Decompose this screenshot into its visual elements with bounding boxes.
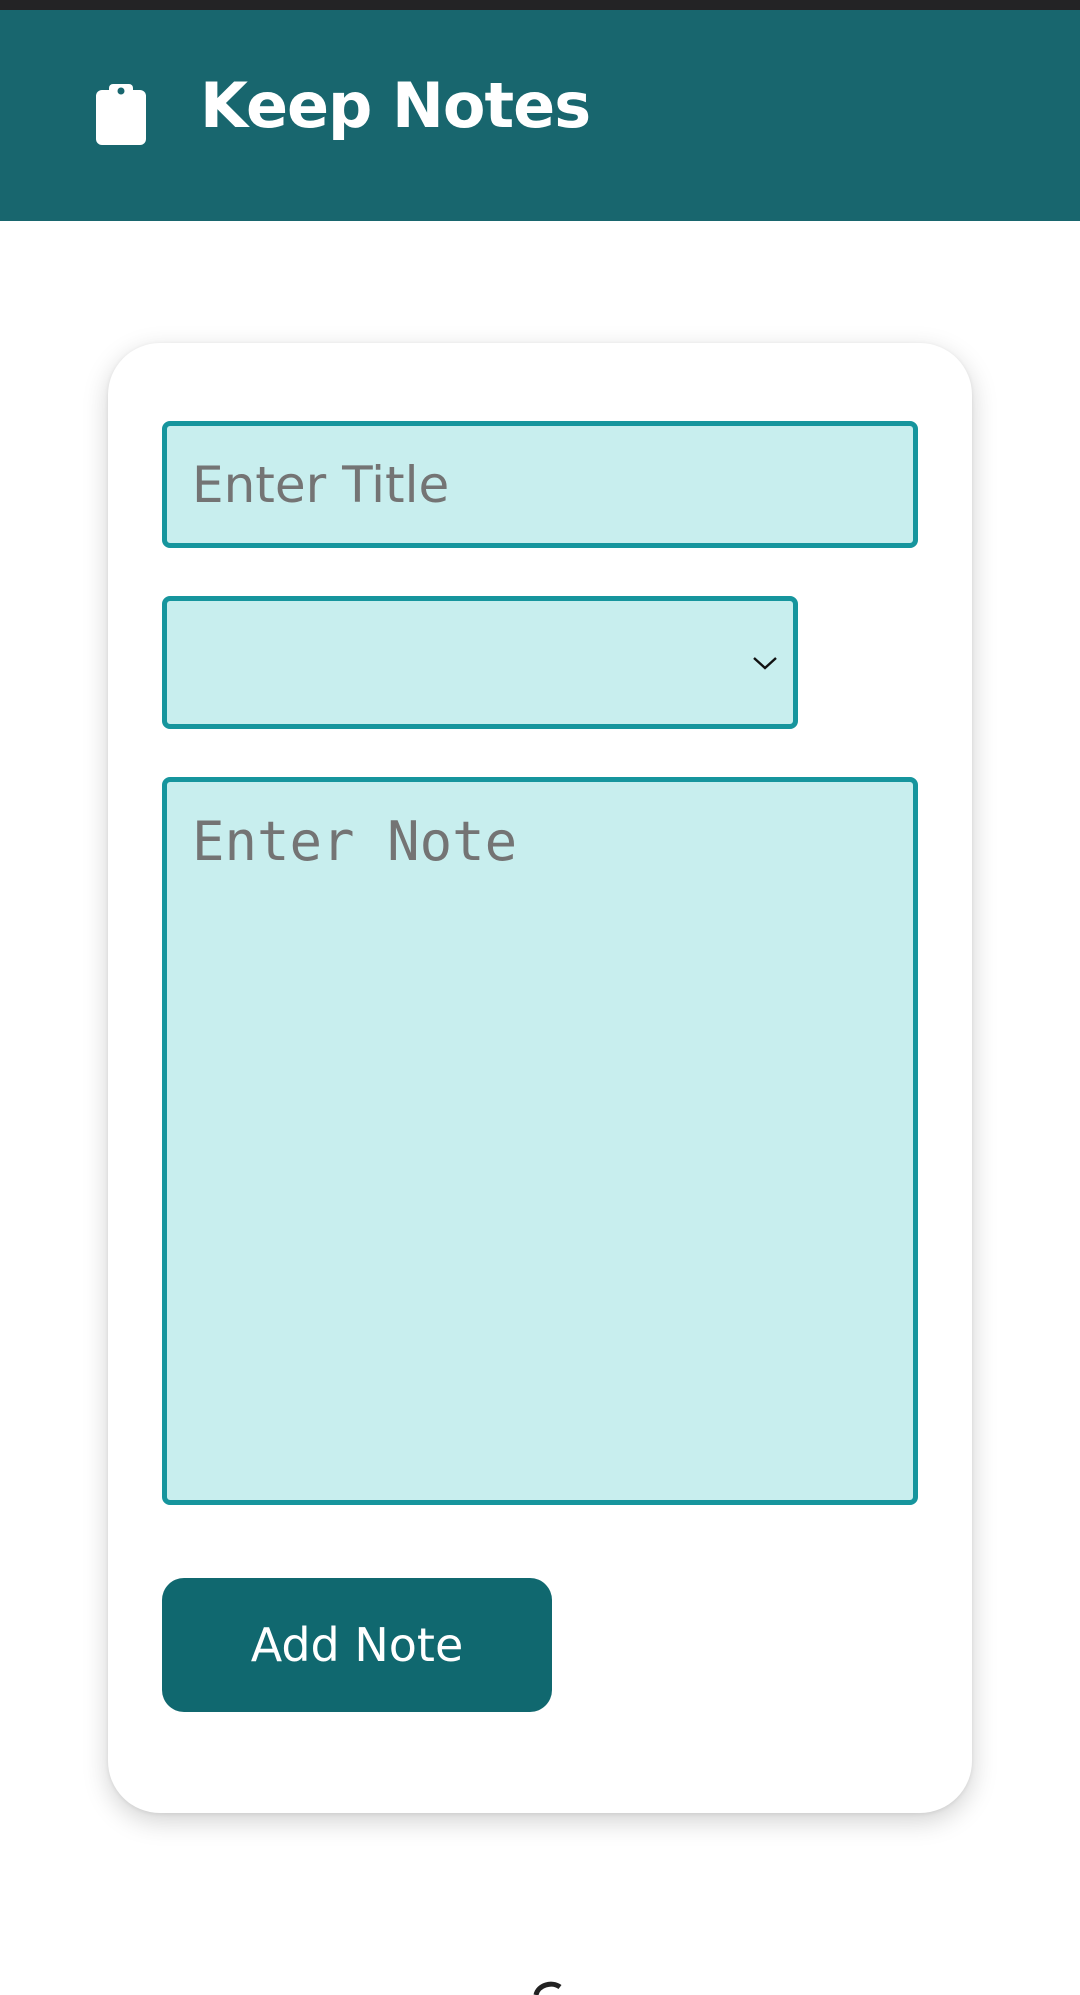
app-title: Keep Notes [200,69,591,142]
partial-content-glyph [530,1981,570,1995]
status-bar [0,0,1080,10]
add-note-button[interactable]: Add Note [162,1578,552,1712]
app-header: Keep Notes [0,10,1080,221]
note-textarea[interactable] [162,777,918,1505]
chevron-down-icon [751,653,779,673]
category-select[interactable] [162,596,798,729]
title-input[interactable] [162,421,918,548]
clipboard-icon [96,81,146,145]
